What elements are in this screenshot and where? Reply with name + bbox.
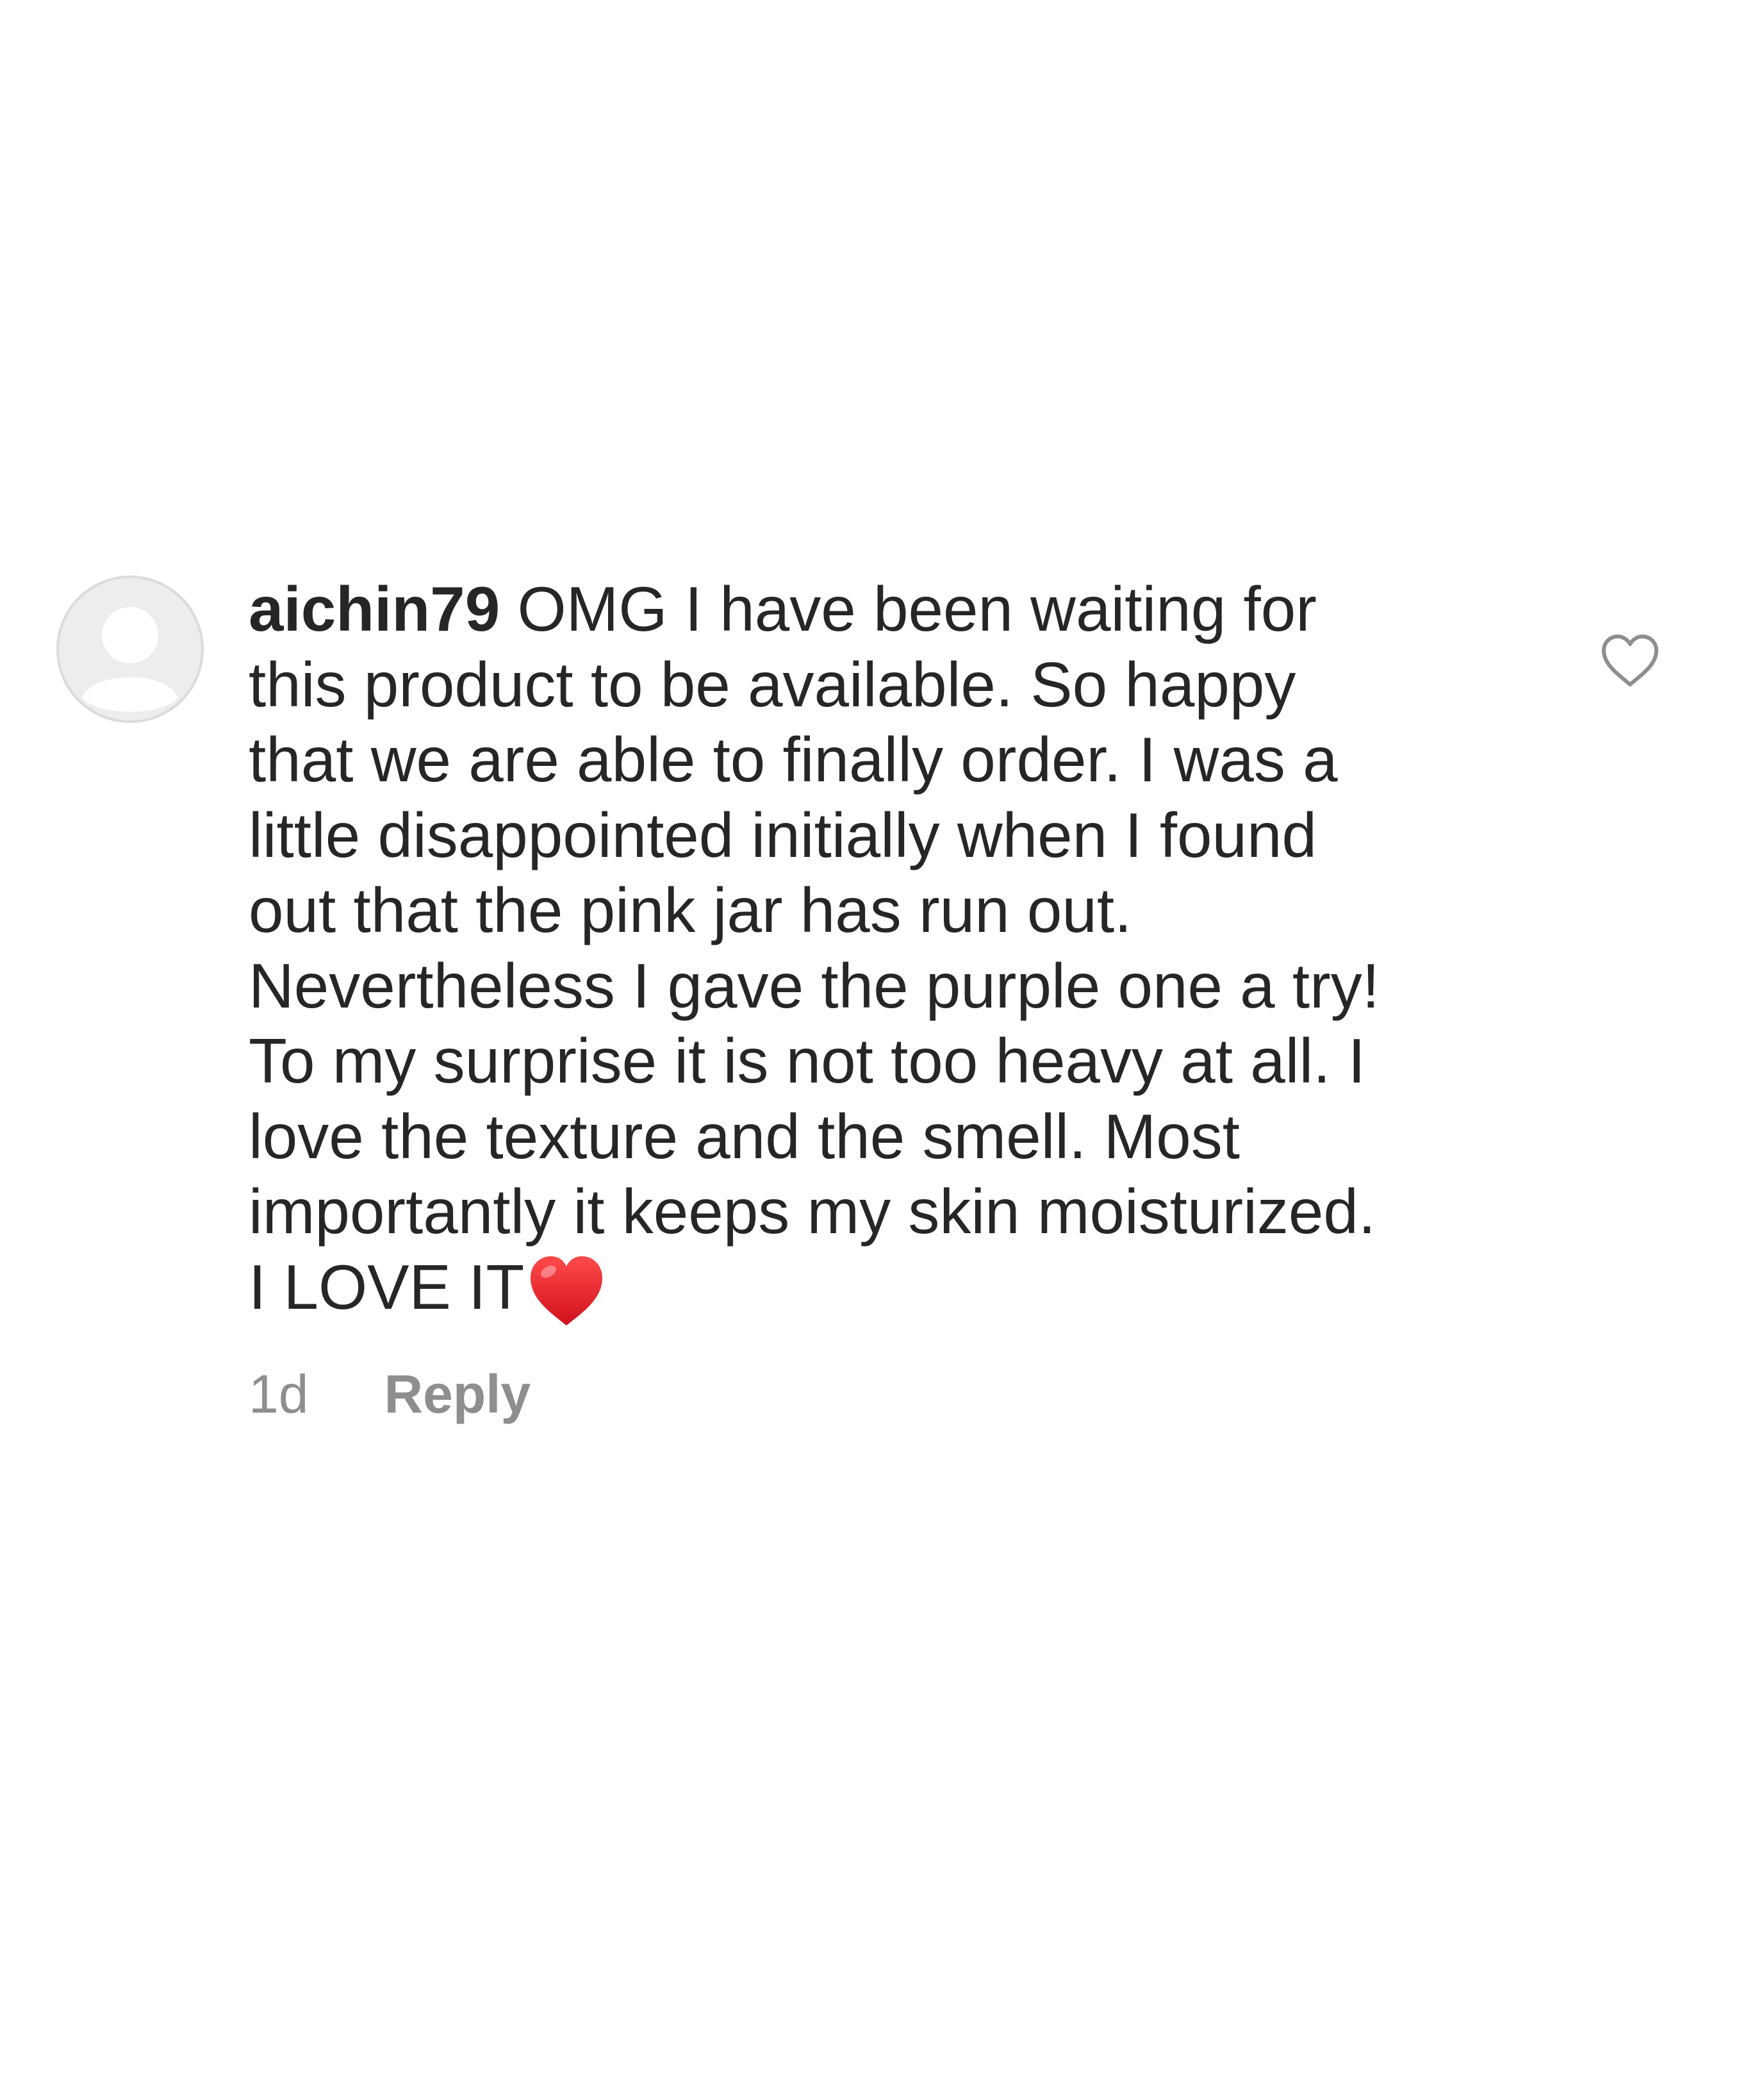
comment-line-1: aichin79 OMG I have been waiting for xyxy=(249,574,1317,644)
comment-item: aichin79 OMG I have been waiting for thi… xyxy=(0,0,1764,2092)
username-link[interactable]: aichin79 xyxy=(249,574,500,644)
red-heart-emoji-icon xyxy=(527,1251,606,1331)
comment-line-3: that we are able to finally order. I was… xyxy=(249,724,1338,795)
comment-line-5: out that the pink jar has run out. xyxy=(249,875,1132,945)
comment-meta: 1d Reply xyxy=(249,1362,531,1426)
comment-line-2: this product to be available. So happy xyxy=(249,649,1296,720)
comment-line-6: Nevertheless I gave the purple one a try… xyxy=(249,950,1380,1021)
heart-outline-icon xyxy=(1602,635,1658,686)
comment-line-4: little disappointed initially when I fou… xyxy=(249,799,1317,870)
comment-line-10: I LOVE IT xyxy=(249,1250,1504,1331)
comment-line-9: importantly it keeps my skin moisturized… xyxy=(249,1176,1376,1247)
default-avatar-icon xyxy=(56,576,204,723)
comment-line-7: To my surprise it is not too heavy at al… xyxy=(249,1025,1365,1096)
reply-button[interactable]: Reply xyxy=(384,1362,531,1426)
comment-timestamp: 1d xyxy=(249,1364,309,1424)
comment-line-8: love the texture and the smell. Most xyxy=(249,1100,1240,1172)
like-comment-button[interactable] xyxy=(1601,633,1660,688)
comment-text: aichin79 OMG I have been waiting for thi… xyxy=(249,572,1504,1331)
avatar[interactable] xyxy=(55,574,205,724)
